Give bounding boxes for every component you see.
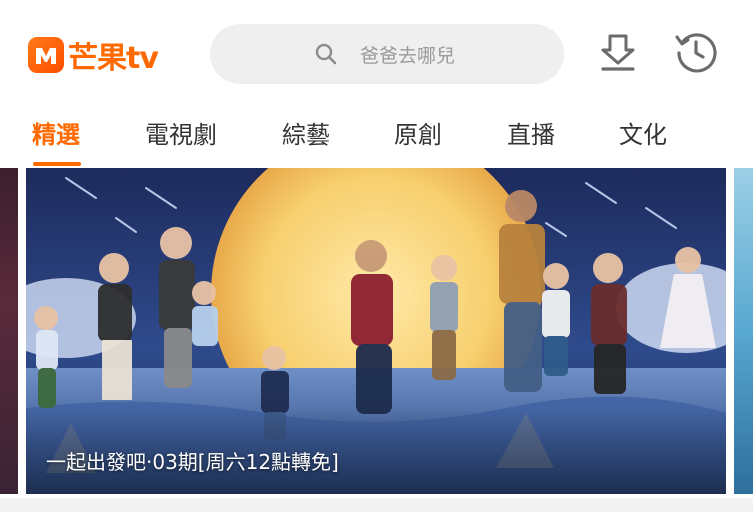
search-icon	[314, 42, 338, 70]
tab-variety[interactable]: 綜藝	[282, 115, 330, 150]
mango-tv-logo[interactable]: 芒果tv	[28, 33, 159, 77]
banner-carousel[interactable]: 一起出發吧·03期[周六12點轉免]	[0, 168, 753, 498]
history-button[interactable]	[672, 30, 720, 78]
download-icon	[596, 30, 640, 78]
active-tab-indicator	[33, 162, 81, 166]
tab-culture[interactable]: 文化	[619, 115, 667, 150]
category-tabs: 精選 電視劇 綜藝 原創 直播 文化	[0, 105, 753, 166]
search-bar[interactable]: 爸爸去哪兒	[210, 24, 564, 84]
next-banner-peek[interactable]	[734, 168, 753, 494]
bottom-divider	[0, 498, 753, 512]
tab-tv-series[interactable]: 電視劇	[145, 115, 217, 150]
history-icon	[673, 29, 719, 79]
logo-text: 芒果tv	[68, 41, 159, 76]
banner-caption: 一起出發吧·03期[周六12點轉免]	[46, 450, 339, 474]
search-placeholder: 爸爸去哪兒	[360, 45, 456, 67]
tab-featured[interactable]: 精選	[32, 115, 80, 150]
app-header: 芒果tv 爸爸去哪兒	[0, 0, 753, 105]
tab-live[interactable]: 直播	[507, 115, 555, 150]
download-button[interactable]	[594, 30, 642, 78]
logo-mark-icon	[28, 37, 64, 73]
previous-banner-peek[interactable]	[0, 168, 18, 494]
tab-original[interactable]: 原創	[394, 115, 442, 150]
